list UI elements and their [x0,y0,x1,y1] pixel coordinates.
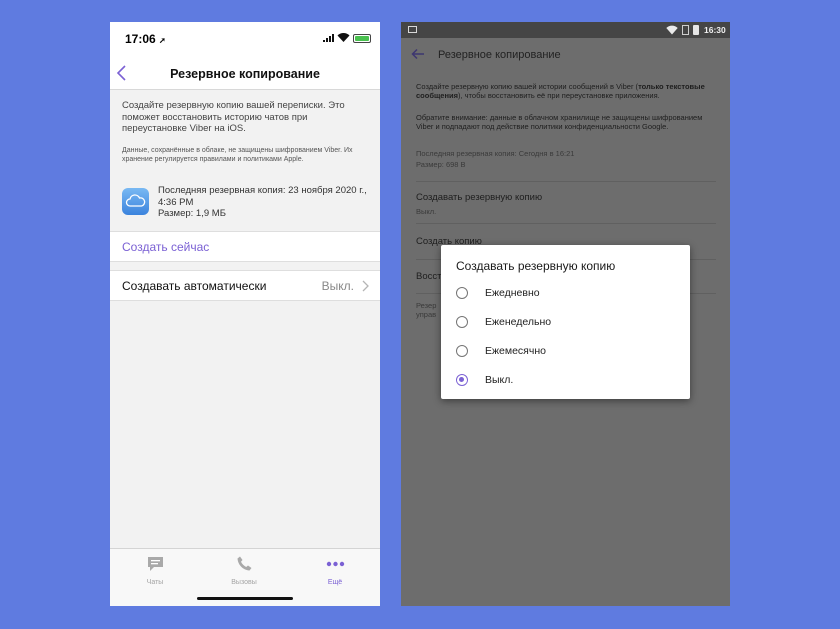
battery-icon [693,25,699,35]
option-monthly[interactable]: Ежемесячно [456,341,676,361]
home-indicator [197,597,293,600]
image-notification-icon [408,26,417,33]
page-title: Резервное копирование [438,49,561,61]
backup-size: Размер: 1,9 МБ [158,208,226,219]
more-dots-icon [326,561,344,567]
no-sim-icon [682,25,689,35]
signal-icon [323,34,334,42]
option-label: Ежемесячно [485,345,546,357]
option-label: Ежедневно [485,287,540,299]
android-clock: 16:30 [704,25,726,35]
tab-more-label: Ещё [327,579,343,586]
divider [416,181,716,182]
option-off[interactable]: Выкл. [456,370,676,390]
android-status-bar: 16:30 [401,22,730,38]
tab-calls-label: Вызовы [231,579,257,586]
create-now-row[interactable]: Создать сейчас [110,231,380,262]
android-toolbar: Резервное копирование [401,38,730,72]
battery-icon [353,34,371,43]
option-label: Выкл. [485,374,514,386]
phone-icon [237,556,251,571]
option-daily[interactable]: Ежедневно [456,283,676,303]
ios-screen: 17:06 ➚ Резервное копирование Создайте р… [110,22,380,606]
ios-status-bar: 17:06 ➚ [110,22,380,56]
page-title: Резервное копирование [170,67,320,81]
backup-description: Создайте резервную копию вашей переписки… [122,100,345,134]
backup-frequency-label[interactable]: Создавать резервную копию [416,192,542,203]
backup-description: Создайте резервную копию вашей истории с… [416,82,705,100]
last-backup-info: Последняя резервная копия: Сегодня в 16:… [416,149,575,158]
encryption-warning: Обратите внимание: данные в облачном хра… [416,113,703,131]
wifi-icon [666,25,678,35]
ios-nav-bar: Резервное копирование [110,56,380,90]
divider [416,223,716,224]
icloud-icon [122,188,149,215]
cloud-encryption-note: Данные, сохранённые в облаке, не защищен… [122,147,353,163]
tab-chats[interactable]: Чаты [125,555,185,586]
location-icon: ➚ [159,36,166,45]
chat-bubble-icon [147,557,163,571]
restore-button[interactable]: Восст [416,271,441,282]
radio-button[interactable] [456,345,468,357]
create-now-button[interactable]: Создать сейчас [122,240,209,254]
dialog-title: Создавать резервную копию [456,259,616,273]
chevron-right-icon [362,280,369,292]
option-label: Еженедельно [485,316,552,328]
wifi-icon [337,33,350,42]
backup-size: Размер: 698 B [416,160,466,169]
radio-button[interactable] [456,287,468,299]
radio-button[interactable] [456,316,468,328]
ios-clock: 17:06 ➚ [125,32,166,46]
option-weekly[interactable]: Еженедельно [456,312,676,332]
tab-more[interactable]: Ещё [305,555,365,586]
backup-frequency-dialog: Создавать резервную копию Ежедневно Ежен… [441,245,690,399]
backup-frequency-value: Выкл. [416,207,437,216]
tab-chats-label: Чаты [146,579,164,586]
tab-calls[interactable]: Вызовы [214,555,274,586]
back-arrow-icon[interactable] [411,48,425,60]
auto-backup-row[interactable]: Создавать автоматически Выкл. [110,270,380,301]
last-backup-info: Последняя резервная копия: 23 ноября 202… [158,185,367,208]
auto-backup-value: Выкл. [321,279,354,293]
auto-backup-label: Создавать автоматически [122,279,267,293]
radio-button-selected[interactable] [456,374,468,386]
